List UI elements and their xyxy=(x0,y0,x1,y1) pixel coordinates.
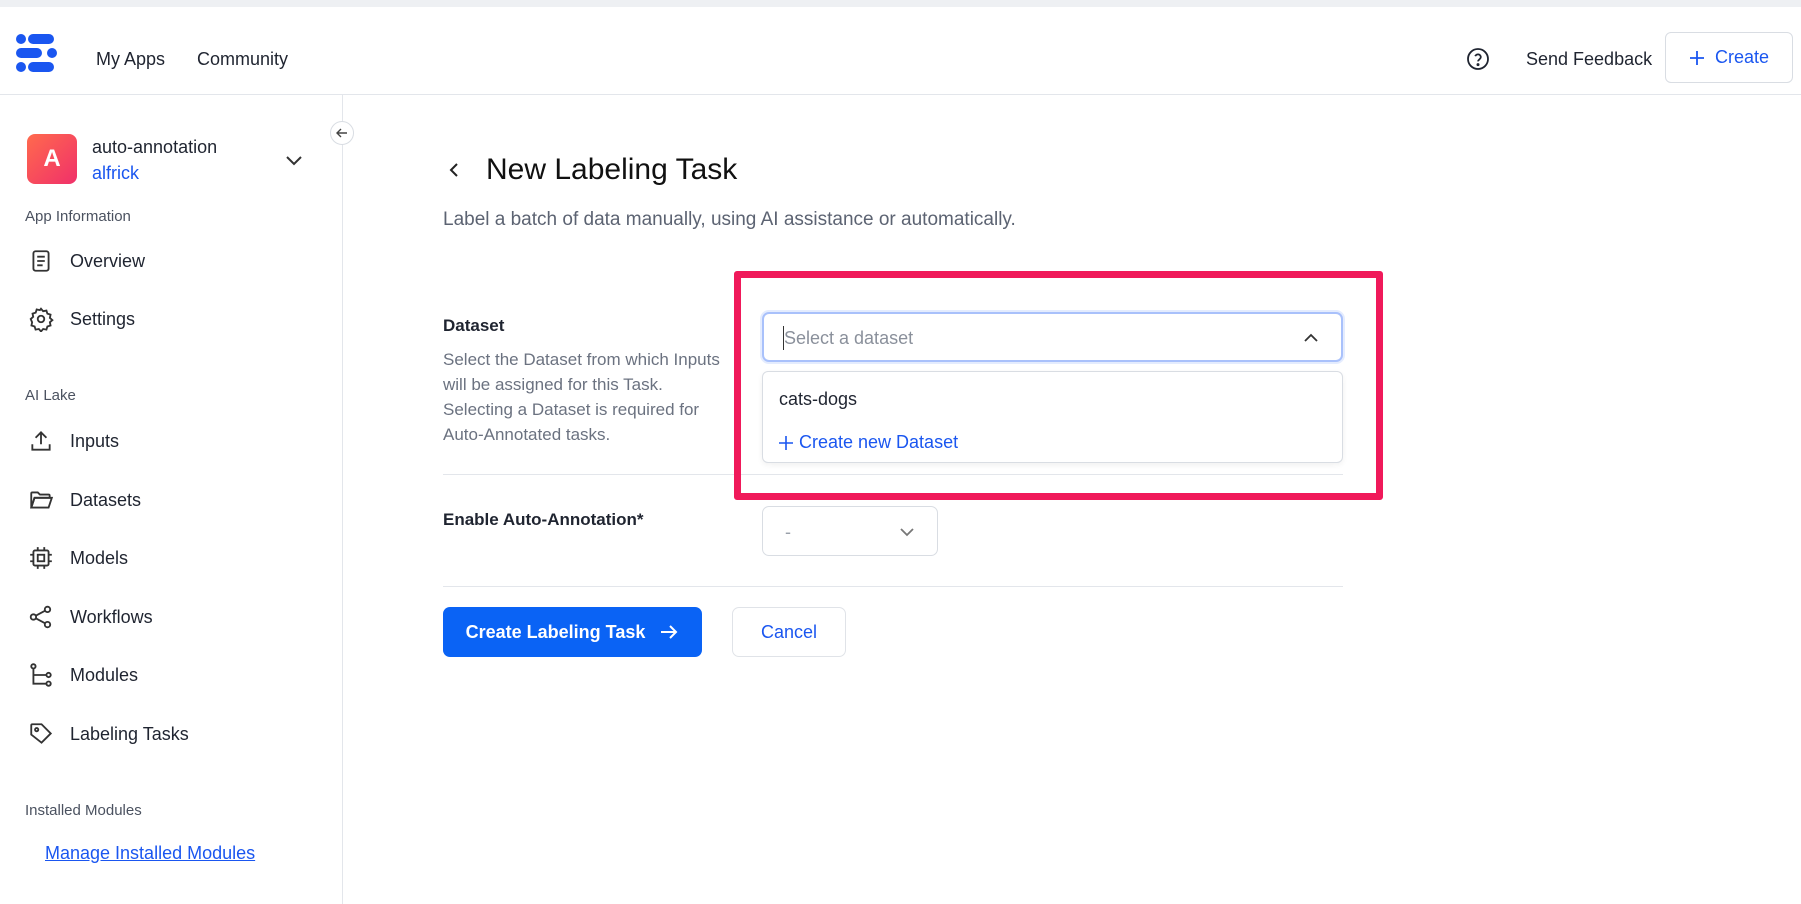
auto-annotation-value: - xyxy=(785,522,791,542)
chevron-down-icon[interactable] xyxy=(282,148,306,172)
highlight-annotation-box xyxy=(734,271,1383,500)
sidebar-item-label: Labeling Tasks xyxy=(70,723,189,744)
page-subtitle: Label a batch of data manually, using AI… xyxy=(443,209,1016,230)
dataset-help-text: Select the Dataset from which Inputs wil… xyxy=(443,350,720,444)
sidebar-item-label: Workflows xyxy=(70,606,153,627)
sidebar-item-overview[interactable]: Overview xyxy=(28,246,145,276)
folder-icon xyxy=(29,491,54,509)
cancel-button[interactable]: Cancel xyxy=(732,607,846,657)
document-icon xyxy=(32,250,50,272)
plus-icon xyxy=(1689,50,1704,65)
section-installed-modules: Installed Modules xyxy=(25,802,142,819)
app-owner-link[interactable]: alfrick xyxy=(92,163,139,184)
question-circle-icon[interactable] xyxy=(1466,47,1490,71)
chevron-down-icon xyxy=(900,528,914,537)
app-name: auto-annotation xyxy=(92,137,218,157)
sidebar-item-label: Models xyxy=(70,547,129,568)
upload-icon xyxy=(31,431,51,451)
sidebar-item-label: Inputs xyxy=(70,430,120,451)
sidebar-item-label: Settings xyxy=(70,308,136,329)
sidebar-item-inputs[interactable]: Inputs xyxy=(28,426,119,456)
divider xyxy=(443,586,1343,587)
sidebar-item-label: Datasets xyxy=(70,489,142,510)
nav-community[interactable]: Community xyxy=(197,49,288,70)
arrow-left-icon[interactable] xyxy=(330,121,354,145)
chevron-left-icon[interactable] xyxy=(445,160,465,180)
sidebar-item-modules[interactable]: Modules xyxy=(28,660,138,690)
section-ai-lake: AI Lake xyxy=(25,387,76,404)
auto-annotation-select[interactable]: - xyxy=(762,506,938,556)
sidebar-item-label: Overview xyxy=(70,250,146,271)
sidebar-item-settings[interactable]: Settings xyxy=(28,304,135,334)
sidebar-item-labeling-tasks[interactable]: Labeling Tasks xyxy=(28,719,189,749)
manage-installed-modules-link[interactable]: Manage Installed Modules xyxy=(45,843,255,864)
chip-icon xyxy=(30,547,52,569)
sidebar-item-workflows[interactable]: Workflows xyxy=(28,602,153,632)
send-feedback-link[interactable]: Send Feedback xyxy=(1526,49,1652,70)
gear-icon xyxy=(29,307,54,332)
sidebar-item-label: Modules xyxy=(70,664,139,685)
share-nodes-icon xyxy=(29,605,52,629)
tree-icon xyxy=(30,663,52,687)
auto-annotation-label: Enable Auto-Annotation* xyxy=(443,510,644,529)
top-bar: My Apps Community Send Feedback Create xyxy=(0,0,1801,95)
tag-icon xyxy=(30,723,53,744)
create-button-label: Create xyxy=(1714,47,1770,67)
clarifai-logo-icon[interactable] xyxy=(14,32,62,74)
page-title: New Labeling Task xyxy=(486,153,738,186)
dataset-label: Dataset xyxy=(443,316,505,335)
nav-my-apps[interactable]: My Apps xyxy=(96,49,165,70)
section-app-information: App Information xyxy=(25,208,131,225)
create-button[interactable]: Create xyxy=(1665,32,1793,83)
app-avatar: A xyxy=(27,134,77,184)
sidebar-item-datasets[interactable]: Datasets xyxy=(28,485,141,515)
create-labeling-task-label: Create Labeling Task xyxy=(465,621,646,642)
sidebar-item-models[interactable]: Models xyxy=(28,543,128,573)
create-labeling-task-button[interactable]: Create Labeling Task xyxy=(443,607,702,657)
arrow-right-icon xyxy=(661,625,678,639)
